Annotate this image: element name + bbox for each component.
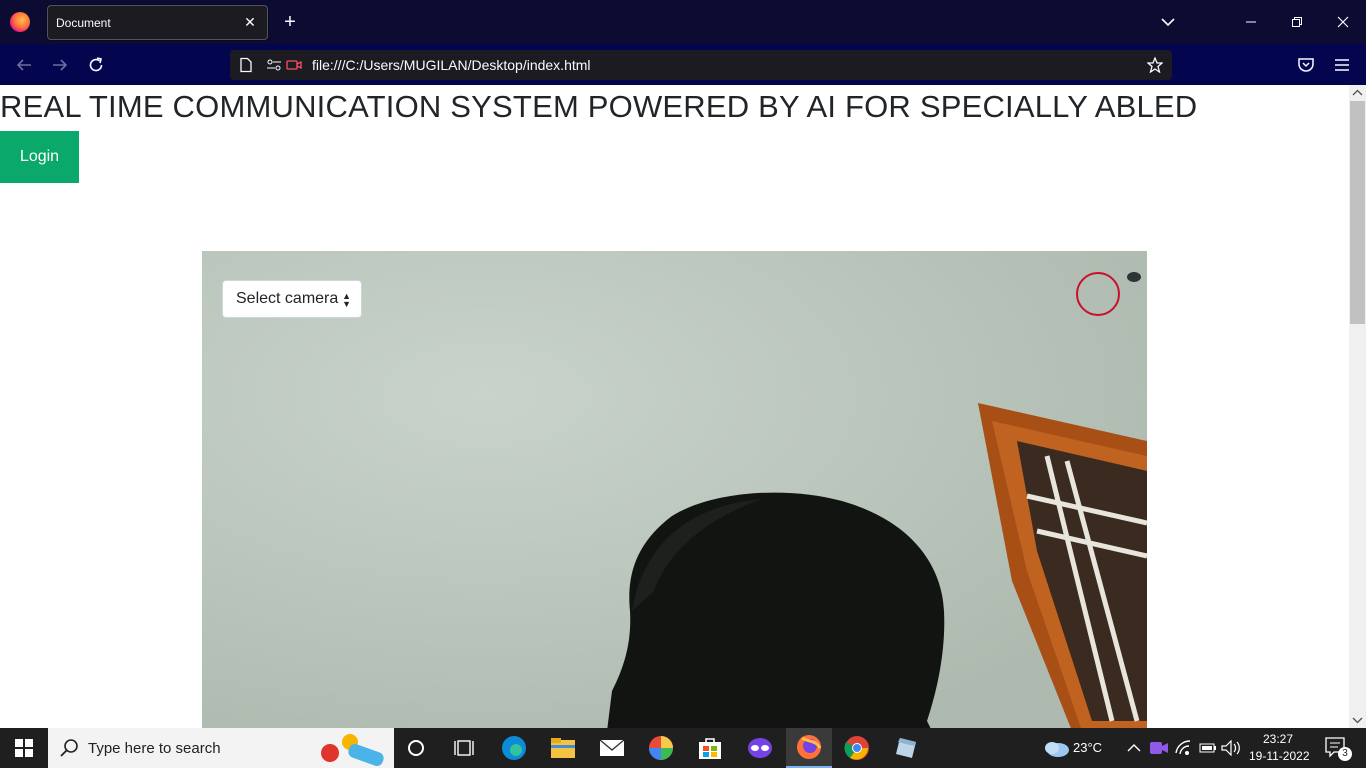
browser-titlebar: Document ✕ + (0, 0, 1366, 44)
close-tab-icon[interactable]: ✕ (241, 12, 259, 32)
pocket-icon[interactable] (1294, 53, 1318, 77)
minimize-icon[interactable] (1228, 0, 1274, 44)
webcam-feed: Select camera ▲ ▼ (202, 251, 1147, 728)
permissions-icon[interactable] (266, 57, 282, 73)
camera-in-use-icon[interactable] (286, 57, 302, 73)
volume-icon[interactable] (1220, 733, 1242, 763)
search-highlights-icon (321, 734, 384, 767)
search-placeholder: Type here to search (88, 740, 221, 757)
mail-icon[interactable] (592, 733, 632, 763)
page-viewport: REAL TIME COMMUNICATION SYSTEM POWERED B… (0, 85, 1349, 728)
vertical-scrollbar[interactable] (1349, 85, 1366, 728)
edge-icon[interactable] (494, 733, 534, 763)
url-bar[interactable]: file:///C:/Users/MUGILAN/Desktop/index.h… (230, 50, 1172, 80)
taskbar-search-box[interactable]: Type here to search (48, 728, 394, 768)
login-button[interactable]: Login (0, 131, 79, 183)
new-tab-icon[interactable]: + (280, 11, 300, 33)
page-title: REAL TIME COMMUNICATION SYSTEM POWERED B… (0, 89, 1198, 124)
bookmark-star-icon[interactable] (1146, 56, 1164, 74)
chrome-icon[interactable] (837, 733, 877, 763)
url-text[interactable]: file:///C:/Users/MUGILAN/Desktop/index.h… (312, 57, 591, 73)
search-icon (60, 739, 78, 757)
taskbar: Type here to search 23°C 23:27 19-11-202… (0, 728, 1366, 768)
camera-select-label: Select camera (236, 290, 339, 307)
notification-count-badge: 3 (1338, 747, 1352, 761)
chevron-down-icon[interactable] (1158, 12, 1178, 32)
back-arrow-icon[interactable] (12, 53, 36, 77)
camera-select[interactable]: Select camera ▲ ▼ (222, 280, 362, 318)
cortana-icon[interactable] (396, 733, 436, 763)
forward-arrow-icon[interactable] (48, 53, 72, 77)
clock-time[interactable]: 23:27 (1263, 732, 1293, 746)
windows-start-icon[interactable] (0, 728, 48, 768)
battery-icon[interactable] (1197, 733, 1219, 763)
webcam-image (202, 251, 1147, 728)
private-browsing-icon[interactable] (740, 733, 780, 763)
scroll-down-icon (1352, 717, 1363, 724)
file-explorer-icon[interactable] (543, 733, 583, 763)
photos-color-wheel-icon[interactable] (641, 733, 681, 763)
restore-icon[interactable] (1274, 0, 1320, 44)
clock-date[interactable]: 19-11-2022 (1249, 749, 1310, 763)
close-window-icon[interactable] (1320, 0, 1366, 44)
tab-title: Document (56, 16, 111, 30)
meet-now-icon[interactable] (1148, 733, 1170, 763)
weather-cloud-icon[interactable] (1036, 733, 1076, 763)
page-icon[interactable] (238, 57, 254, 73)
task-view-icon[interactable] (444, 733, 484, 763)
recording-indicator-circle (1076, 272, 1120, 316)
reload-icon[interactable] (84, 53, 108, 77)
microsoft-store-icon[interactable] (690, 733, 730, 763)
weather-temperature[interactable]: 23°C (1073, 740, 1102, 755)
select-caret-icon: ▲ ▼ (342, 291, 351, 309)
hamburger-menu-icon[interactable] (1330, 53, 1354, 77)
firefox-taskbar-icon[interactable] (786, 728, 832, 768)
firefox-icon[interactable] (10, 12, 30, 32)
wifi-icon[interactable] (1173, 733, 1195, 763)
notifications-icon[interactable]: 3 (1316, 733, 1356, 763)
tab-document[interactable]: Document ✕ (47, 5, 268, 40)
chevron-up-icon[interactable] (1124, 733, 1144, 763)
scrollbar-thumb[interactable] (1350, 101, 1365, 324)
scroll-up-icon (1352, 89, 1363, 96)
sticky-notes-icon[interactable] (886, 733, 926, 763)
